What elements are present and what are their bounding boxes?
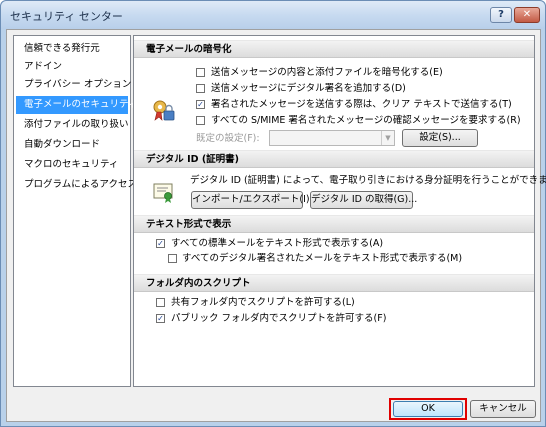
- encrypt-contents-label: 送信メッセージの内容と添付ファイルを暗号化する(E): [211, 67, 443, 78]
- window-title: セキュリティ センター: [10, 10, 123, 23]
- category-list: 信頼できる発行元 アドイン プライバシー オプション 電子メールのセキュリティ …: [13, 35, 137, 387]
- ok-button[interactable]: OK: [393, 401, 463, 417]
- sidebar-item-privacy-options[interactable]: プライバシー オプション: [16, 76, 131, 94]
- sidebar-item-programmatic-access[interactable]: プログラムによるアクセス: [16, 176, 137, 194]
- close-button[interactable]: ✕: [514, 7, 540, 23]
- help-button[interactable]: ?: [490, 7, 512, 23]
- sidebar-item-attachment-handling[interactable]: 添付ファイルの取り扱い: [16, 116, 129, 134]
- ok-button-highlight: OK: [389, 398, 467, 420]
- cancel-button[interactable]: キャンセル: [470, 400, 536, 418]
- get-digital-id-button[interactable]: デジタル ID の取得(G)...: [310, 191, 417, 209]
- clear-text-signed-checkbox[interactable]: ✓: [196, 100, 205, 109]
- import-export-button[interactable]: インポート/エクスポート(I)...: [191, 191, 319, 209]
- section-heading-folder-scripts: フォルダ内のスクリプト: [134, 274, 534, 292]
- plain-text-signed-mail-checkbox[interactable]: [168, 254, 177, 263]
- section-heading-encryption: 電子メールの暗号化: [134, 40, 534, 58]
- clear-text-signed-label: 署名されたメッセージを送信する際は、クリア テキストで送信する(T): [211, 99, 512, 110]
- settings-panel: 電子メールの暗号化 送信メッセージの内容と添付ファイルを暗号化する(E) 送信メ…: [133, 35, 546, 387]
- default-setting-dropdown[interactable]: ▼: [269, 130, 395, 146]
- public-folder-script-checkbox[interactable]: ✓: [156, 314, 165, 323]
- add-signature-checkbox[interactable]: [196, 84, 205, 93]
- dialog-body: 信頼できる発行元 アドイン プライバシー オプション 電子メールのセキュリティ …: [6, 29, 546, 422]
- shared-folder-script-label: 共有フォルダ内でスクリプトを許可する(L): [171, 297, 355, 308]
- request-smime-receipt-checkbox[interactable]: [196, 116, 205, 125]
- sidebar-item-email-security[interactable]: 電子メールのセキュリティ: [16, 96, 137, 114]
- title-bar[interactable]: セキュリティ センター ? ✕: [1, 1, 545, 29]
- sidebar-item-macro-security[interactable]: マクロのセキュリティ: [16, 156, 128, 174]
- sidebar-item-automatic-download[interactable]: 自動ダウンロード: [16, 136, 128, 154]
- security-center-dialog: セキュリティ センター ? ✕ 信頼できる発行元 アドイン プライバシー オプシ…: [0, 0, 546, 427]
- sidebar-item-trusted-publishers[interactable]: 信頼できる発行元: [16, 40, 128, 58]
- settings-button[interactable]: 設定(S)...: [402, 129, 478, 147]
- default-setting-label: 既定の設定(F):: [196, 133, 260, 144]
- digital-id-description: デジタル ID (証明書) によって、電子取り引きにおける身分証明を行うことがで…: [190, 175, 546, 186]
- shared-folder-script-checkbox[interactable]: [156, 298, 165, 307]
- plain-text-signed-mail-label: すべてのデジタル署名されたメールをテキスト形式で表示する(M): [182, 253, 463, 264]
- plain-text-all-mail-label: すべての標準メールをテキスト形式で表示する(A): [171, 238, 384, 249]
- section-heading-plain-text: テキスト形式で表示: [134, 215, 534, 233]
- chevron-down-icon: ▼: [381, 131, 394, 145]
- plain-text-all-mail-checkbox[interactable]: ✓: [156, 239, 165, 248]
- sidebar-item-add-ins[interactable]: アドイン: [16, 58, 128, 76]
- lock-key-icon: [153, 100, 175, 121]
- add-signature-label: 送信メッセージにデジタル署名を追加する(D): [211, 83, 406, 94]
- section-heading-digital-id: デジタル ID (証明書): [134, 150, 534, 168]
- encrypt-contents-checkbox[interactable]: [196, 68, 205, 77]
- certificate-icon: [153, 183, 173, 203]
- request-smime-receipt-label: すべての S/MIME 署名されたメッセージの確認メッセージを要求する(R): [211, 115, 521, 126]
- public-folder-script-label: パブリック フォルダ内でスクリプトを許可する(F): [171, 313, 387, 324]
